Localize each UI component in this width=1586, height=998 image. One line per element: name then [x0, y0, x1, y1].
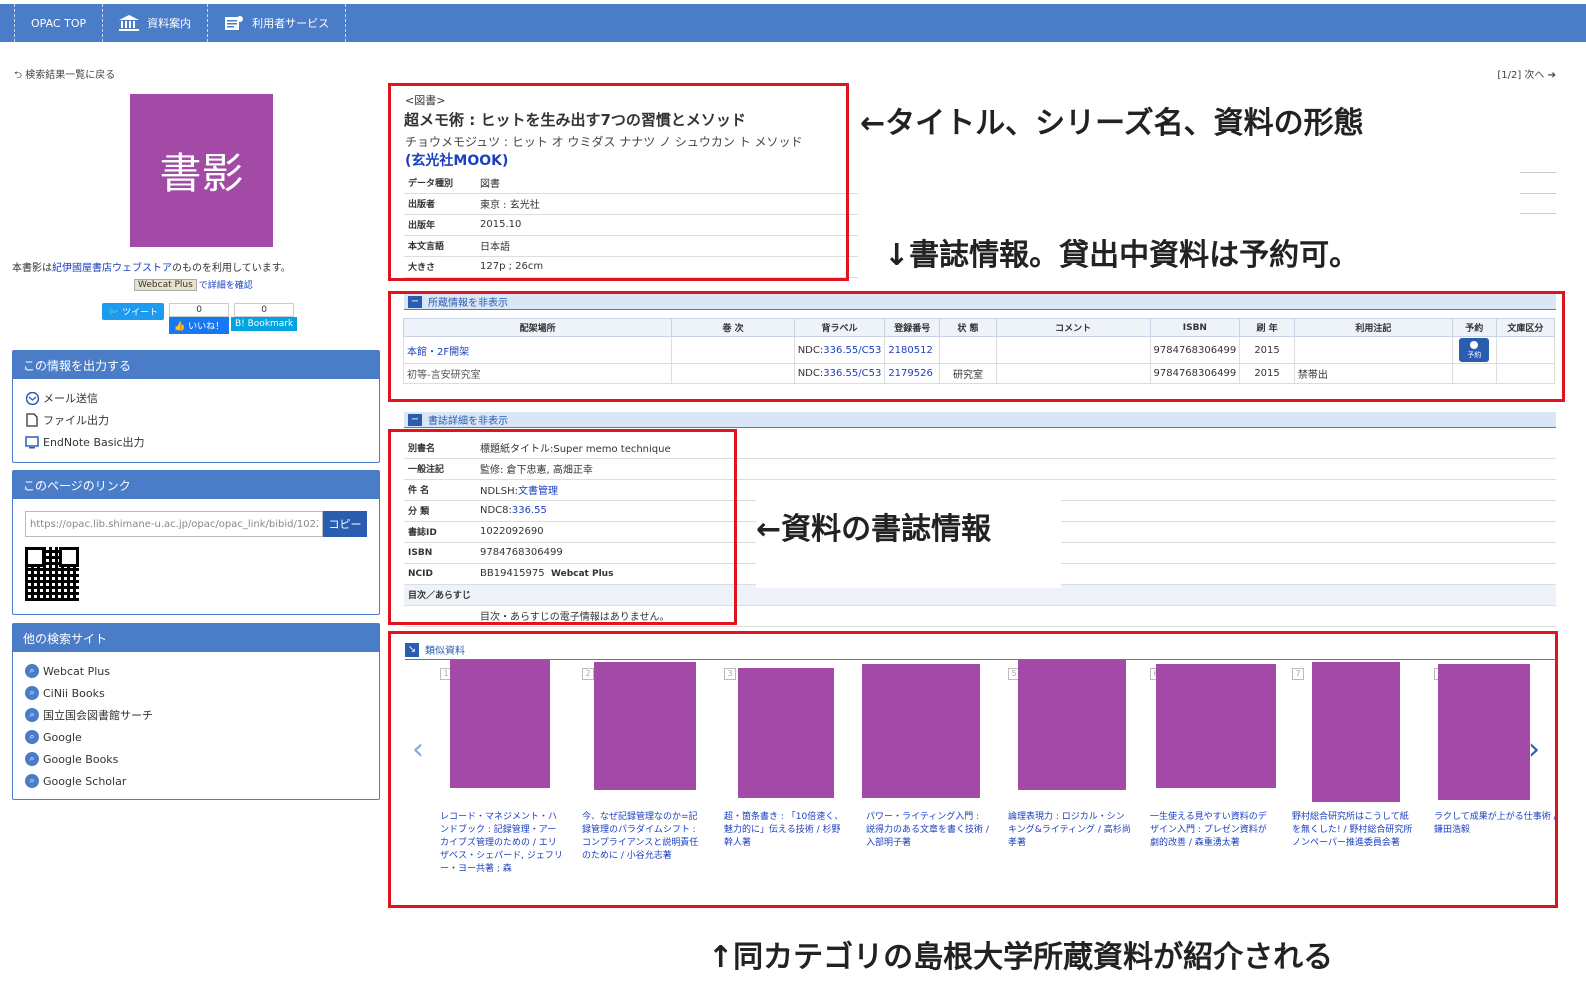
qr-code	[25, 547, 79, 601]
user-service-icon	[224, 15, 244, 31]
collapse-icon: −	[408, 413, 422, 426]
hatena-bookmark-button[interactable]: B! Bookmark	[231, 317, 298, 331]
top-nav: OPAC TOP 資料案内 利用者サービス	[0, 4, 1586, 42]
nav-materials[interactable]: 資料案内	[103, 4, 209, 42]
book-cover: 書影	[130, 94, 273, 247]
divider	[1520, 193, 1556, 194]
search-site-cinii[interactable]: ⌕ CiNii Books	[25, 682, 367, 704]
file-output-link[interactable]: ファイル出力	[25, 409, 367, 431]
search-icon: ⌕	[25, 774, 39, 788]
nav-user-services[interactable]: 利用者サービス	[208, 4, 347, 42]
other-search-panel-title: 他の検索サイト	[13, 624, 379, 652]
hatena-count: 0	[234, 303, 295, 317]
search-icon: ⌕	[25, 664, 39, 678]
output-panel: この情報を出力する メール送信 ファイル出力 EndNote Basic出力	[12, 350, 380, 463]
annotation-holdings: ↓書誌情報。貸出中資料は予約可。	[884, 238, 1360, 273]
search-site-ndl[interactable]: ⌕ 国立国会図書館サーチ	[25, 704, 367, 726]
thumbs-up-icon: 👍	[174, 322, 186, 332]
back-to-results-link[interactable]: ⮌ 検索結果一覧に戻る	[14, 66, 115, 85]
monitor-icon	[25, 435, 39, 449]
cover-note: 本書影は紀伊國屋書店ウェブストアのものを利用しています。	[12, 263, 291, 274]
search-site-google[interactable]: ⌕ Google	[25, 726, 367, 748]
search-site-google-books[interactable]: ⌕ Google Books	[25, 748, 367, 770]
kinokuniya-link[interactable]: 紀伊國屋書店ウェブストア	[52, 263, 172, 274]
webcat-check[interactable]: Webcat Plus で詳細を確認	[134, 278, 253, 291]
output-panel-title: この情報を出力する	[13, 351, 379, 379]
annotation-box-details	[388, 429, 737, 625]
file-icon	[25, 413, 39, 427]
endnote-output-link[interactable]: EndNote Basic出力	[25, 431, 367, 453]
copy-button[interactable]: コピー	[323, 511, 367, 537]
facebook-count: 0	[169, 303, 230, 317]
annotation-box-title	[388, 83, 849, 281]
tweet-button[interactable]: 🐦 ツイート	[102, 303, 165, 320]
other-search-panel: 他の検索サイト ⌕ Webcat Plus ⌕ CiNii Books ⌕ 国立国会図…	[12, 623, 380, 800]
search-icon: ⌕	[25, 686, 39, 700]
social-buttons: 🐦 ツイート 0 👍 いいね！ 0 B! Bookmark	[102, 303, 298, 334]
pager[interactable]: [1/2] 次へ ➔	[1497, 66, 1556, 81]
library-building-icon	[119, 15, 140, 31]
divider	[1520, 172, 1556, 173]
email-send-link[interactable]: メール送信	[25, 387, 367, 409]
page-link-input[interactable]	[25, 511, 323, 537]
bird-icon: 🐦	[108, 308, 120, 318]
search-site-google-scholar[interactable]: ⌕ Google Scholar	[25, 770, 367, 792]
annotation-title: ←タイトル、シリーズ名、資料の形態	[860, 106, 1364, 141]
search-site-webcat[interactable]: ⌕ Webcat Plus	[25, 660, 367, 682]
nav-opac-top[interactable]: OPAC TOP	[14, 4, 104, 42]
annotation-similar: ↑同カテゴリの島根大学所蔵資料が紹介される	[708, 940, 1334, 975]
annotation-box-holdings	[388, 291, 1565, 402]
annotation-box-similar	[388, 631, 1558, 908]
details-toggle[interactable]: − 書誌詳細を非表示	[404, 412, 1556, 428]
page-link-panel: このページのリンク コピー	[12, 470, 380, 615]
search-icon: ⌕	[25, 730, 39, 744]
facebook-like-button[interactable]: 👍 いいね！	[169, 317, 230, 334]
divider	[1520, 213, 1556, 214]
page-link-panel-title: このページのリンク	[13, 471, 379, 499]
search-icon: ⌕	[25, 752, 39, 766]
annotation-details: ←資料の書誌情報	[756, 500, 1062, 588]
mail-icon	[25, 391, 39, 405]
webcat-plus-badge: Webcat Plus	[134, 278, 197, 291]
search-icon: ⌕	[25, 708, 39, 722]
